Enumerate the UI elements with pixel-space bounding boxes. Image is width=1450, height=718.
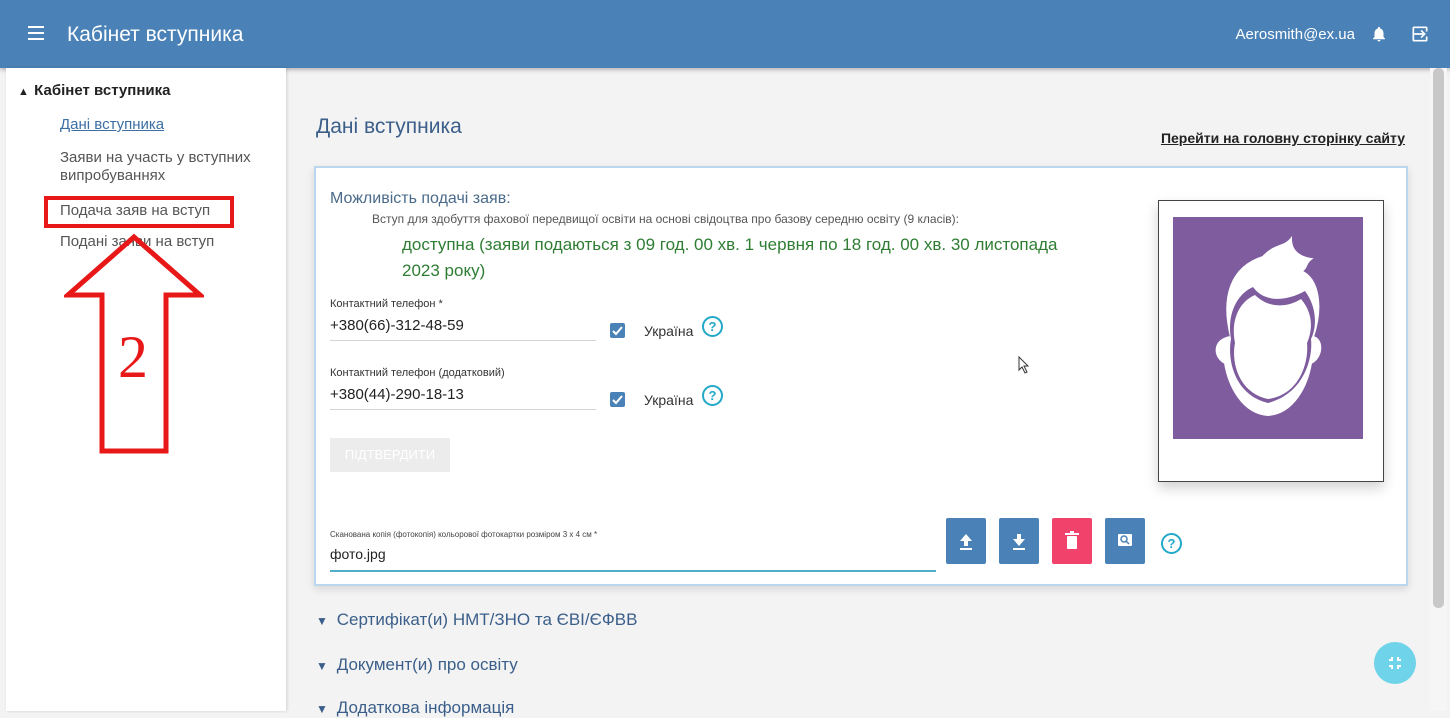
section-education-documents-label: Документ(и) про освіту — [336, 655, 518, 674]
help-icon[interactable]: ? — [702, 316, 723, 337]
section-additional-info-label: Додаткова інформація — [336, 698, 515, 717]
menu-icon[interactable] — [28, 26, 44, 40]
help-icon[interactable]: ? — [702, 385, 723, 406]
chevron-up-icon: ▲ — [18, 86, 29, 98]
preview-button[interactable] — [1105, 518, 1145, 564]
collapse-fab-button[interactable] — [1374, 642, 1416, 684]
chevron-down-icon: ▼ — [316, 702, 328, 716]
app-title: Кабінет вступника — [67, 23, 244, 46]
sidebar-item-exam-applications[interactable]: Заяви на участь у вступних випробуваннях — [60, 149, 260, 185]
confirm-button[interactable]: ПІДТВЕРДИТИ — [330, 438, 450, 472]
section-certificates[interactable]: ▼ Сертифікат(и) НМТ/ЗНО та ЄВІ/ЄФВВ — [316, 610, 637, 630]
chevron-down-icon: ▼ — [316, 659, 328, 673]
sidebar-group-header[interactable]: ▲ Кабінет вступника — [18, 82, 170, 99]
section-education-documents[interactable]: ▼ Документ(и) про освіту — [316, 655, 518, 675]
annotation-highlight-box — [44, 196, 234, 228]
upload-icon — [960, 534, 972, 550]
chevron-down-icon: ▼ — [316, 614, 328, 628]
section-additional-info[interactable]: ▼ Додаткова інформація — [316, 698, 514, 718]
bell-icon[interactable] — [1370, 25, 1388, 43]
download-icon — [1013, 534, 1025, 550]
phone-primary-label: Контактний телефон * — [330, 298, 443, 310]
phone-primary-country-label: Україна — [644, 323, 694, 339]
avatar-placeholder — [1173, 217, 1363, 439]
application-subtext: Вступ для здобуття фахової передвищої ос… — [372, 212, 959, 226]
application-status: доступна (заяви подаються з 09 год. 00 х… — [402, 235, 1058, 280]
preview-icon — [1118, 534, 1132, 546]
collapse-icon — [1389, 657, 1401, 669]
phone-primary-country-checkbox[interactable] — [610, 323, 625, 338]
application-heading: Можливість подачі заяв: — [330, 190, 511, 207]
annotation-step-number: 2 — [118, 324, 148, 390]
applicant-card: Можливість подачі заяв: Вступ для здобут… — [314, 166, 1408, 586]
photo-field-label: Сканована копія (фотокопія) кольорової ф… — [330, 530, 598, 539]
sidebar-item-applicant-data[interactable]: Дані вступника — [60, 116, 164, 134]
sidebar-group-label: Кабінет вступника — [34, 82, 171, 99]
scrollbar-thumb[interactable] — [1433, 68, 1444, 608]
phone-secondary-country-label: Україна — [644, 392, 694, 408]
help-icon[interactable]: ? — [1161, 533, 1182, 554]
phone-secondary-label: Контактний телефон (додатковий) — [330, 367, 505, 379]
main-content: Дані вступника Перейти на головну сторін… — [286, 68, 1430, 717]
logout-icon[interactable] — [1410, 24, 1430, 44]
page-title: Дані вступника — [316, 115, 462, 138]
mouse-cursor-icon — [1018, 356, 1030, 374]
phone-secondary-country-checkbox[interactable] — [610, 392, 625, 407]
phone-secondary-field[interactable]: +380(44)-290-18-13 — [330, 386, 596, 410]
top-app-bar: Кабінет вступника Aerosmith@ex.ua — [0, 0, 1450, 68]
delete-button[interactable] — [1052, 518, 1092, 564]
user-email[interactable]: Aerosmith@ex.ua — [1236, 26, 1355, 43]
upload-button[interactable] — [946, 518, 986, 564]
photo-preview — [1158, 200, 1384, 482]
phone-primary-field[interactable]: +380(66)-312-48-59 — [330, 317, 596, 341]
section-certificates-label: Сертифікат(и) НМТ/ЗНО та ЄВІ/ЄФВВ — [336, 610, 638, 629]
home-page-link[interactable]: Перейти на головну сторінку сайту — [1161, 130, 1405, 146]
photo-file-field[interactable]: фото.jpg — [330, 546, 936, 572]
delete-icon — [1065, 531, 1079, 549]
download-button[interactable] — [999, 518, 1039, 564]
avatar-silhouette-icon — [1215, 236, 1322, 417]
